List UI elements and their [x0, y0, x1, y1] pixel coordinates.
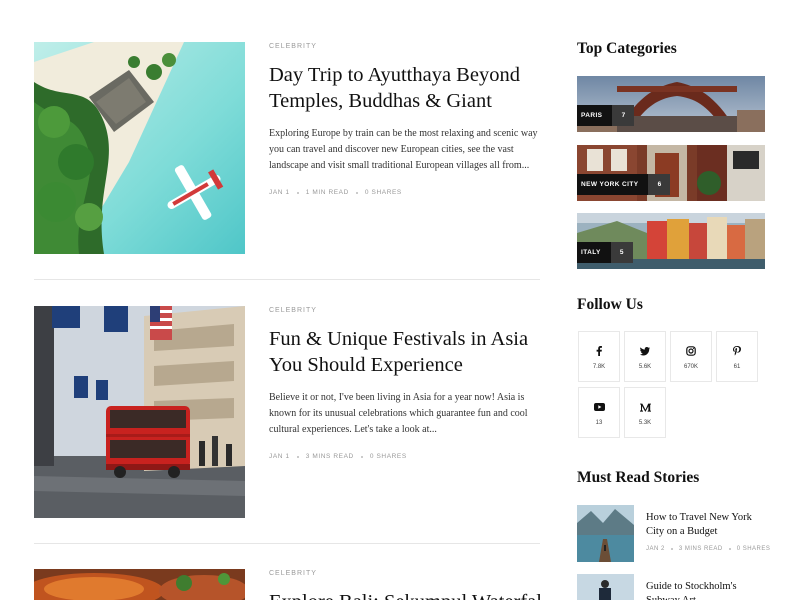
- post-divider: [34, 279, 540, 280]
- post-shares: 0 Shares: [364, 189, 402, 196]
- category-card-italy[interactable]: ITALY 5: [577, 213, 765, 269]
- post-read-time: 3 Mins Read: [305, 453, 354, 460]
- story-meta: JAN 2 3 MINS READ 0 SHARES: [646, 546, 770, 552]
- meta-separator: [360, 455, 363, 458]
- youtube-icon: [593, 402, 605, 412]
- social-count: 670K: [683, 364, 698, 370]
- social-count: 61: [733, 364, 741, 370]
- story-thumbnail[interactable]: [577, 505, 634, 562]
- social-count: 13: [595, 420, 603, 426]
- meta-separator: [296, 191, 299, 194]
- twitter-icon: [640, 346, 650, 356]
- post-title[interactable]: Explore Bali: Sekumpul Waterfall: [269, 589, 540, 600]
- post-date: Jan 1: [269, 453, 290, 460]
- meta-separator: [355, 191, 358, 194]
- social-facebook[interactable]: 7.8K: [578, 331, 620, 382]
- meta-separator: [296, 455, 299, 458]
- post-thumbnail[interactable]: [34, 569, 245, 600]
- instagram-icon: [686, 346, 696, 356]
- follow-us-heading: Follow Us: [577, 296, 643, 313]
- social-pinterest[interactable]: 61: [716, 331, 758, 382]
- post-excerpt: Believe it or not, I've been living in A…: [269, 392, 528, 435]
- post-card: Celebrity Fun & Unique Festivals in Asia…: [34, 306, 540, 518]
- social-instagram[interactable]: 670K: [670, 331, 712, 382]
- category-card-new-york-city[interactable]: NEW YORK CITY 6: [577, 145, 765, 201]
- category-name: NEW YORK CITY: [577, 174, 649, 195]
- story-read-time: 3 MINS READ: [678, 546, 723, 552]
- social-twitter[interactable]: 5.6K: [624, 331, 666, 382]
- category-tag: NEW YORK CITY 6: [577, 174, 671, 195]
- facebook-icon: [595, 346, 603, 356]
- post-divider: [34, 543, 540, 544]
- must-read-item[interactable]: Guide to Stockholm's Subway Art: [577, 574, 767, 600]
- story-thumbnail[interactable]: [577, 574, 634, 600]
- post-read-time: 1 Min Read: [305, 189, 349, 196]
- category-tag: ITALY 5: [577, 242, 633, 263]
- social-count: 7.8K: [592, 364, 606, 370]
- category-name: PARIS: [577, 105, 613, 126]
- post-category[interactable]: Celebrity: [269, 43, 540, 50]
- post-title[interactable]: Day Trip to Ayutthaya Beyond Temples, Bu…: [269, 62, 540, 114]
- post-card: Celebrity Explore Bali: Sekumpul Waterfa…: [34, 569, 540, 600]
- top-categories-heading: Top Categories: [577, 40, 677, 57]
- story-title[interactable]: Guide to Stockholm's Subway Art: [646, 580, 766, 600]
- post-thumbnail[interactable]: [34, 42, 245, 254]
- story-shares: 0 SHARES: [736, 546, 771, 552]
- post-meta: Jan 1 1 Min Read 0 Shares: [269, 189, 540, 196]
- category-card-paris[interactable]: PARIS 7: [577, 76, 765, 132]
- post-shares: 0 Shares: [369, 453, 407, 460]
- post-category[interactable]: Celebrity: [269, 570, 540, 577]
- pinterest-icon: [733, 346, 741, 356]
- meta-separator: [728, 548, 731, 550]
- social-count: 5.6K: [638, 364, 652, 370]
- post-thumbnail[interactable]: [34, 306, 245, 518]
- post-title[interactable]: Fun & Unique Festivals in Asia You Shoul…: [269, 326, 540, 378]
- category-count: 7: [612, 105, 635, 126]
- category-tag: PARIS 7: [577, 105, 635, 126]
- category-count: 6: [648, 174, 671, 195]
- post-card: Celebrity Day Trip to Ayutthaya Beyond T…: [34, 42, 540, 254]
- story-date: JAN 2: [646, 546, 665, 552]
- post-date: Jan 1: [269, 189, 290, 196]
- meta-separator: [670, 548, 673, 550]
- post-excerpt: Exploring Europe by train can be the mos…: [269, 128, 538, 171]
- post-category[interactable]: Celebrity: [269, 307, 540, 314]
- category-count: 5: [610, 242, 633, 263]
- social-youtube[interactable]: 13: [578, 387, 620, 438]
- medium-icon: [639, 402, 651, 412]
- category-name: ITALY: [577, 242, 611, 263]
- social-count: 5.3K: [638, 420, 652, 426]
- story-title[interactable]: How to Travel New York City on a Budget: [646, 511, 766, 539]
- must-read-heading: Must Read Stories: [577, 469, 700, 486]
- social-medium[interactable]: 5.3K: [624, 387, 666, 438]
- post-meta: Jan 1 3 Mins Read 0 Shares: [269, 453, 540, 460]
- must-read-item[interactable]: How to Travel New York City on a Budget …: [577, 505, 770, 562]
